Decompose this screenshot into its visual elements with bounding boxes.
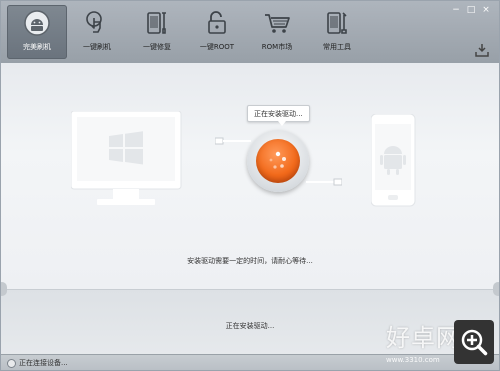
watermark-url: www.3310.com bbox=[386, 356, 440, 364]
connection-status-icon bbox=[7, 358, 16, 368]
watermark: 好卓网 www.3310.com bbox=[386, 318, 498, 370]
watermark-text: 好卓网 bbox=[386, 324, 461, 352]
main-nav: 完美刷机 一键刷机 一键修复 一键ROOT ROM市场 常用工具 bbox=[7, 5, 367, 59]
minimize-button[interactable]: − bbox=[449, 4, 463, 15]
android-icon bbox=[22, 8, 52, 38]
android-phone-illustration bbox=[370, 113, 417, 210]
nav-label: 常用工具 bbox=[323, 43, 351, 51]
loading-spinner-icon bbox=[256, 139, 300, 183]
top-toolbar: − □ × 完美刷机 一键刷机 一键修复 一键ROOT ROM市场 常用工具 bbox=[1, 1, 499, 64]
phone-tools-icon bbox=[322, 8, 352, 38]
left-splitter-handle bbox=[1, 282, 7, 296]
touch-hand-icon bbox=[82, 8, 112, 38]
maximize-icon: □ bbox=[466, 4, 476, 15]
installing-tooltip: 正在安装驱动... bbox=[247, 105, 310, 126]
nav-label: ROM市场 bbox=[261, 43, 293, 51]
nav-tab-perfect-flash[interactable]: 完美刷机 bbox=[7, 5, 67, 59]
download-icon[interactable] bbox=[475, 43, 489, 57]
zoom-in-icon[interactable] bbox=[454, 320, 494, 364]
nav-tab-one-click-flash[interactable]: 一键刷机 bbox=[67, 5, 127, 59]
usb-cable-left bbox=[214, 136, 251, 148]
nav-tab-one-click-repair[interactable]: 一键修复 bbox=[127, 5, 187, 59]
close-icon: × bbox=[482, 4, 490, 15]
computer-monitor-illustration bbox=[70, 110, 183, 213]
nav-label: 一键ROOT bbox=[199, 43, 235, 51]
install-hint-text: 安装驱动需要一定的时间，请耐心等待... bbox=[187, 257, 313, 265]
nav-tab-one-click-root[interactable]: 一键ROOT bbox=[187, 5, 247, 59]
unlock-icon bbox=[202, 8, 232, 38]
connection-status-text: 正在连接设备... bbox=[19, 359, 68, 367]
nav-label: 一键修复 bbox=[143, 43, 171, 51]
nav-tab-rom-market[interactable]: ROM市场 bbox=[247, 5, 307, 59]
nav-label: 完美刷机 bbox=[23, 43, 51, 51]
usb-cable-right bbox=[306, 177, 343, 189]
right-splitter-handle bbox=[493, 282, 499, 296]
tooltip-text: 正在安装驱动... bbox=[254, 109, 303, 118]
nav-label: 一键刷机 bbox=[83, 43, 111, 51]
nav-tab-common-tools[interactable]: 常用工具 bbox=[307, 5, 367, 59]
phone-wrench-icon bbox=[142, 8, 172, 38]
minimize-icon: − bbox=[452, 4, 460, 15]
app-window: − □ × 完美刷机 一键刷机 一键修复 一键ROOT ROM市场 常用工具 正… bbox=[0, 0, 500, 371]
cart-icon bbox=[262, 8, 292, 38]
close-button[interactable]: × bbox=[479, 4, 493, 15]
maximize-button[interactable]: □ bbox=[464, 4, 478, 15]
progress-orb bbox=[247, 130, 309, 192]
